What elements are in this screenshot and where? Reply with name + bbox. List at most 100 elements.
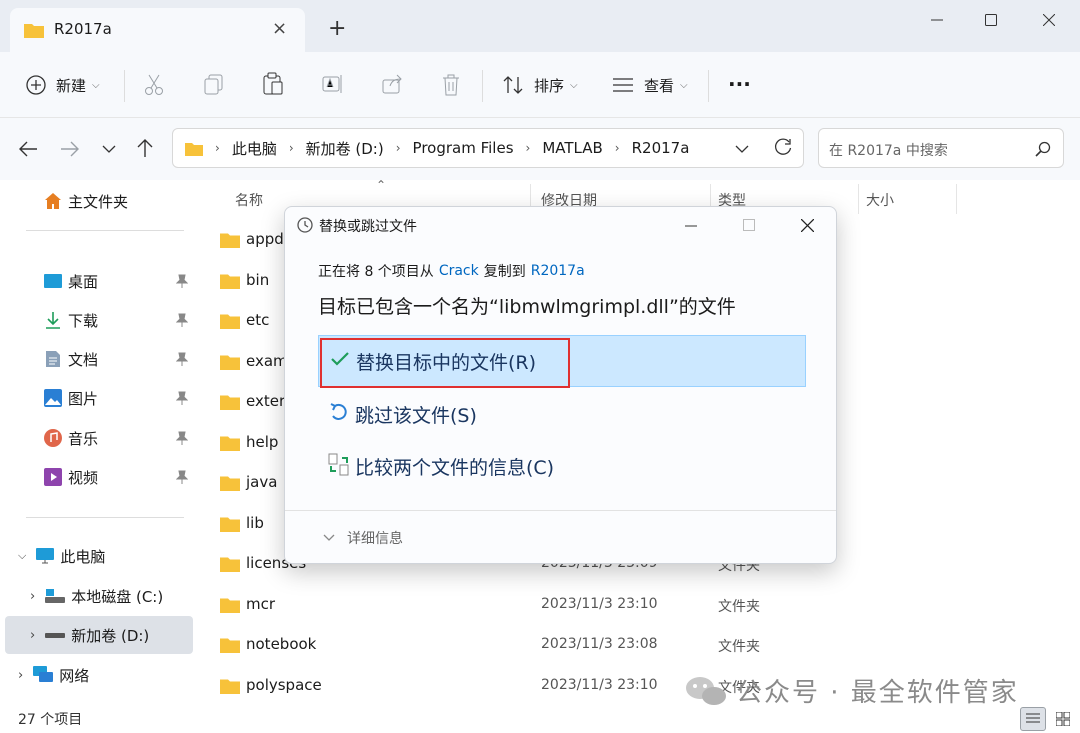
column-header-name[interactable]: 名称	[235, 190, 263, 210]
sidebar-item-pictures[interactable]: 图片	[0, 379, 200, 417]
table-row[interactable]: mcr 2023/11/3 23:10 文件夹	[220, 585, 1070, 625]
minimize-icon	[931, 19, 943, 21]
view-button[interactable]: 查看 ⌵	[612, 70, 688, 100]
pin-icon[interactable]	[176, 274, 188, 288]
folder-icon	[220, 314, 240, 329]
tab-r2017a[interactable]: R2017a ×	[10, 8, 305, 52]
breadcrumb-this-pc[interactable]: 此电脑	[232, 138, 277, 159]
refresh-icon[interactable]	[774, 138, 792, 156]
tiles-view-button[interactable]	[1050, 707, 1076, 731]
rename-icon[interactable]	[322, 74, 344, 104]
breadcrumb-program-files[interactable]: Program Files	[413, 139, 514, 157]
destination-link[interactable]: R2017a	[531, 263, 585, 279]
close-icon[interactable]	[801, 219, 814, 232]
replace-skip-dialog: 替换或跳过文件 正在将 8 个项目从 Crack 复制到 R2017a 目标已包…	[284, 206, 837, 564]
folder-icon	[220, 517, 240, 532]
document-icon	[46, 351, 60, 367]
chevron-down-icon	[323, 534, 335, 541]
divider	[858, 184, 859, 214]
new-tab-button[interactable]: +	[328, 16, 346, 41]
title-bar: R2017a × +	[0, 0, 1080, 52]
folder-icon	[220, 598, 240, 613]
sort-up-chevron-icon: ⌃	[376, 178, 387, 192]
table-row[interactable]: notebook 2023/11/3 23:08 文件夹	[220, 625, 1070, 665]
sidebar-item-label: 网络	[59, 666, 90, 685]
folder-icon	[220, 233, 240, 248]
minimize-button[interactable]	[916, 8, 958, 32]
sidebar-item-downloads[interactable]: 下载	[0, 301, 200, 339]
delete-icon[interactable]	[442, 74, 460, 104]
compare-files-icon	[328, 453, 349, 476]
chevron-right-icon: ›	[215, 141, 220, 155]
sidebar-item-documents[interactable]: 文档	[0, 340, 200, 378]
compare-option[interactable]: 比较两个文件的信息(C)	[318, 445, 806, 489]
folder-icon	[185, 142, 203, 156]
chevron-down-icon: ⌵	[680, 79, 688, 91]
minimize-icon[interactable]	[685, 225, 697, 227]
sidebar-item-label: 新加卷 (D:)	[71, 626, 150, 645]
drive-icon	[45, 633, 66, 638]
sidebar-item-desktop[interactable]: 桌面	[0, 262, 200, 300]
sidebar-item-label: 视频	[68, 468, 99, 487]
home-icon	[45, 193, 61, 209]
maximize-icon	[743, 219, 755, 231]
breadcrumb-r2017a[interactable]: R2017a	[632, 139, 690, 157]
sidebar-item-label: 音乐	[68, 429, 99, 448]
details-view-button[interactable]	[1020, 707, 1046, 731]
copy-icon[interactable]	[204, 74, 224, 104]
sidebar-item-label: 此电脑	[60, 547, 106, 566]
file-name: mcr	[246, 594, 276, 613]
more-details-toggle[interactable]: 详细信息	[323, 528, 403, 548]
expand-chevron-icon[interactable]: ⌵	[18, 549, 26, 563]
source-link[interactable]: Crack	[439, 263, 479, 279]
chevron-right-icon[interactable]: ›	[30, 628, 35, 643]
computer-icon	[36, 548, 55, 564]
close-window-button[interactable]	[1028, 8, 1070, 32]
pictures-icon	[44, 389, 62, 407]
clock-icon	[297, 217, 313, 233]
maximize-button[interactable]	[970, 8, 1012, 32]
tab-close-icon[interactable]: ×	[272, 18, 287, 39]
skip-option[interactable]: 跳过该文件(S)	[318, 393, 806, 437]
sidebar-item-drive-d[interactable]: › 新加卷 (D:)	[5, 616, 193, 654]
forward-icon[interactable]	[60, 140, 80, 158]
chevron-down-icon[interactable]	[102, 144, 116, 154]
breadcrumb-drive-d[interactable]: 新加卷 (D:)	[306, 138, 384, 159]
folder-icon	[220, 436, 240, 451]
sidebar-item-videos[interactable]: 视频	[0, 458, 200, 496]
sidebar-item-this-pc[interactable]: ⌵ 此电脑	[0, 537, 200, 575]
back-icon[interactable]	[18, 140, 38, 158]
file-type: 文件夹	[718, 598, 760, 615]
file-name: help	[246, 432, 279, 451]
pin-icon[interactable]	[176, 313, 188, 327]
breadcrumb-matlab[interactable]: MATLAB	[542, 139, 602, 157]
watermark: 公众号 · 最全软件管家	[684, 672, 1019, 709]
column-header-size[interactable]: 大小	[866, 190, 894, 210]
pin-icon[interactable]	[176, 352, 188, 366]
sidebar-item-home[interactable]: 主文件夹	[0, 182, 200, 220]
share-icon[interactable]	[382, 74, 404, 104]
chevron-down-icon[interactable]	[735, 144, 749, 154]
pin-icon[interactable]	[176, 431, 188, 445]
pin-icon[interactable]	[176, 391, 188, 405]
new-button[interactable]: 新建 ⌵	[26, 70, 100, 100]
conflict-message: 目标已包含一个名为“libmwlmgrimpl.dll”的文件	[318, 296, 736, 318]
file-name: bin	[246, 270, 270, 289]
chevron-right-icon[interactable]: ›	[18, 668, 23, 683]
paste-icon[interactable]	[262, 72, 284, 102]
chevron-right-icon[interactable]: ›	[30, 589, 35, 604]
file-name: polyspace	[246, 675, 322, 694]
pin-icon[interactable]	[176, 470, 188, 484]
chevron-right-icon: ›	[288, 141, 294, 155]
sidebar-item-network[interactable]: › 网络	[0, 656, 200, 694]
skip-undo-icon	[330, 403, 347, 420]
replace-option[interactable]: 替换目标中的文件(R)	[318, 335, 806, 388]
sidebar-item-music[interactable]: 音乐	[0, 419, 200, 457]
address-bar[interactable]: › 此电脑 › 新加卷 (D:) › Program Files › MATLA…	[172, 128, 804, 168]
up-arrow-icon[interactable]	[136, 138, 154, 158]
cut-icon[interactable]	[144, 74, 164, 104]
search-box[interactable]: 在 R2017a 中搜索	[818, 128, 1064, 168]
more-button[interactable]: ···	[728, 72, 751, 102]
sidebar-item-drive-c[interactable]: › 本地磁盘 (C:)	[0, 577, 200, 615]
sort-button[interactable]: 排序 ⌵	[502, 70, 578, 100]
